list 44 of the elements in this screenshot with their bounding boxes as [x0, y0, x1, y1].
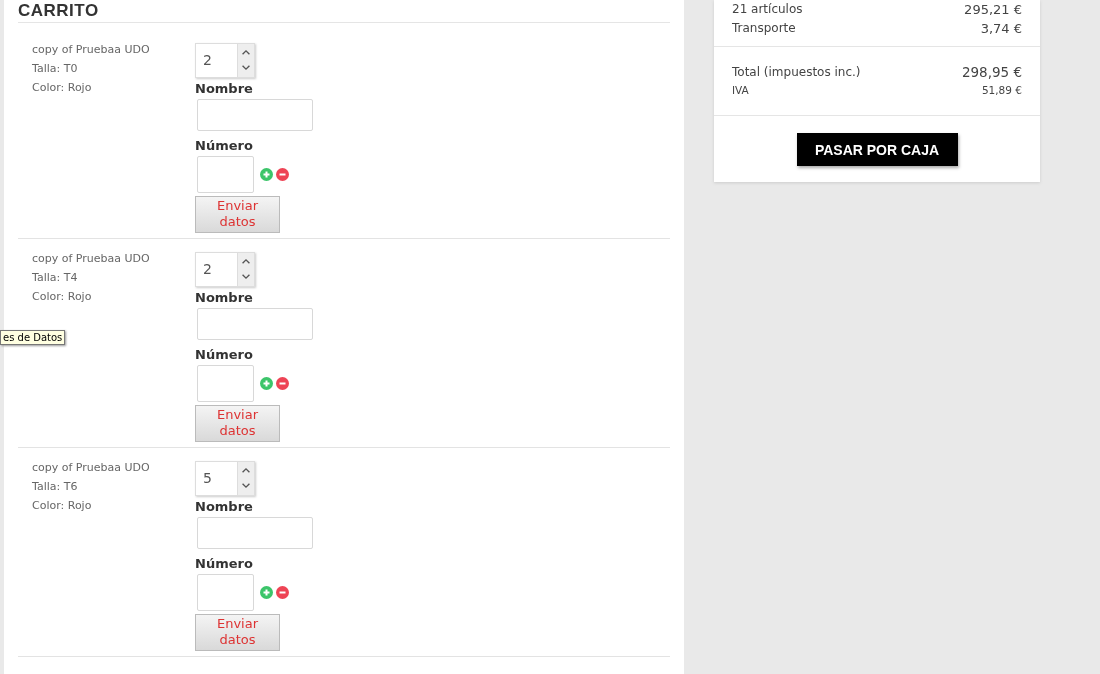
product-size: Talla: T6	[32, 479, 79, 495]
name-field[interactable]	[197, 99, 313, 131]
name-label: Nombre	[195, 80, 253, 97]
checkout-button[interactable]: PASAR POR CAJA	[796, 133, 958, 166]
name-label: Nombre	[195, 498, 253, 515]
name-field[interactable]	[197, 517, 313, 549]
name-field[interactable]	[197, 308, 313, 340]
summary-value: 295,21 €	[964, 1, 1022, 19]
minus-icon[interactable]	[276, 167, 289, 181]
product-size: Talla: T0	[32, 61, 79, 77]
quantity-field[interactable]: 5	[195, 461, 255, 496]
tooltip: es de Datos	[0, 330, 66, 345]
plus-icon[interactable]	[260, 585, 273, 599]
submit-button[interactable]: Enviar datos	[195, 404, 280, 442]
product-name: copy of Pruebaa UDO	[32, 460, 151, 476]
total-label: Total (impuestos inc.)	[732, 64, 861, 81]
cart-title: CARRITO	[18, 0, 100, 22]
product-name: copy of Pruebaa UDO	[32, 251, 151, 267]
quantity-field[interactable]: 2	[195, 252, 255, 287]
number-label: Número	[195, 554, 253, 572]
number-field[interactable]	[197, 364, 254, 402]
minus-icon[interactable]	[276, 376, 289, 390]
tax-label: IVA	[732, 83, 749, 98]
submit-button[interactable]: Enviar datos	[195, 195, 280, 233]
number-label: Número	[195, 345, 253, 363]
minus-icon[interactable]	[276, 585, 289, 599]
name-label: Nombre	[195, 289, 253, 306]
product-size: Talla: T4	[32, 270, 79, 286]
number-field[interactable]	[197, 155, 254, 193]
product-color: Color: Rojo	[32, 80, 93, 96]
submit-button[interactable]: Enviar datos	[195, 613, 280, 651]
product-name: copy of Pruebaa UDO	[32, 42, 151, 58]
number-label: Número	[195, 136, 253, 154]
quantity-field[interactable]: 2	[195, 43, 255, 78]
product-color: Color: Rojo	[32, 498, 93, 514]
plus-icon[interactable]	[260, 376, 273, 390]
summary-label: 21 artículos	[732, 1, 803, 18]
total-value: 298,95 €	[961, 63, 1022, 82]
plus-icon[interactable]	[260, 167, 273, 181]
summary-value: 3,74 €	[980, 20, 1022, 38]
tax-value: 51,89 €	[981, 83, 1022, 98]
number-field[interactable]	[197, 573, 254, 611]
product-color: Color: Rojo	[32, 289, 93, 305]
summary-label: Transporte	[732, 20, 796, 37]
